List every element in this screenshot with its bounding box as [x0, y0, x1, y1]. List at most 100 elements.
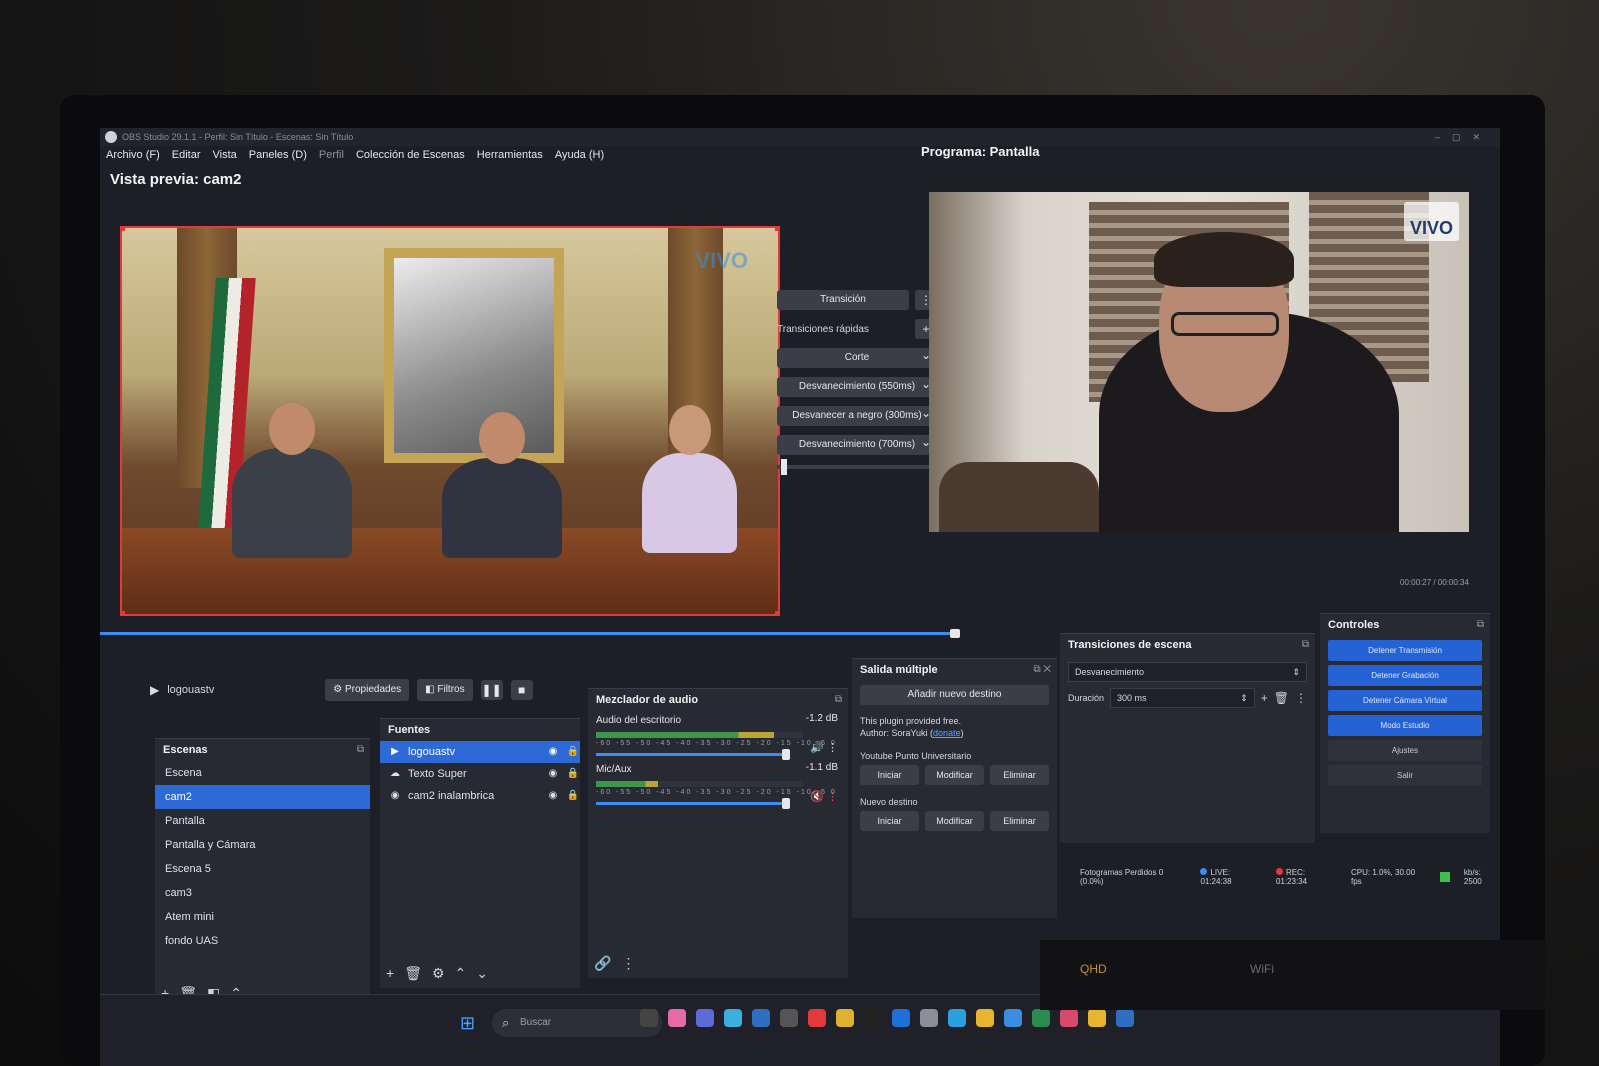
- source-item[interactable]: ◉ cam2 inalambrica ◉ 🔒: [380, 785, 580, 807]
- speaker-icon[interactable]: 🔊 ⋮: [810, 741, 838, 754]
- control-button[interactable]: Detener Transmisión: [1328, 640, 1482, 661]
- taskbar-search[interactable]: Buscar: [492, 1009, 662, 1037]
- add-icon[interactable]: +: [1261, 691, 1268, 705]
- chrome-icon[interactable]: [1088, 1009, 1106, 1027]
- float-icon[interactable]: ⧉: [357, 739, 364, 761]
- scene-item[interactable]: cam3: [155, 881, 370, 905]
- resize-handle[interactable]: [122, 611, 125, 614]
- chrome-icon[interactable]: [976, 1009, 994, 1027]
- menu-item[interactable]: Paneles (D): [249, 146, 307, 164]
- app-icon[interactable]: [1060, 1009, 1078, 1027]
- edit-destination-button[interactable]: Modificar: [925, 811, 984, 831]
- resize-handle[interactable]: [775, 228, 778, 231]
- menu-item[interactable]: Editar: [172, 146, 201, 164]
- windows-start-icon[interactable]: ⊞: [460, 1013, 475, 1034]
- app-icon[interactable]: [724, 1009, 742, 1027]
- preview-video[interactable]: VIVO: [120, 226, 780, 616]
- amazon-icon[interactable]: [864, 1009, 882, 1027]
- speaker-muted-icon[interactable]: 🔇 ⋮: [810, 790, 838, 803]
- app-icon[interactable]: [668, 1009, 686, 1027]
- chevron-up-icon[interactable]: ⌃: [455, 965, 467, 982]
- transition-option-dropdown[interactable]: Corte: [777, 345, 937, 368]
- float-icon[interactable]: ⧉: [1302, 634, 1309, 656]
- volume-slider[interactable]: [596, 798, 791, 809]
- volume-knob[interactable]: [782, 798, 791, 809]
- control-button[interactable]: Ajustes: [1328, 740, 1482, 761]
- delete-destination-button[interactable]: Eliminar: [990, 765, 1049, 785]
- scene-item[interactable]: Escena: [155, 761, 370, 785]
- scene-item[interactable]: cam2: [155, 785, 370, 809]
- filters-button[interactable]: ◧ Filtros: [417, 679, 473, 701]
- properties-button[interactable]: ⚙ Propiedades: [325, 679, 410, 701]
- app-icon[interactable]: [640, 1009, 658, 1027]
- eye-icon[interactable]: ◉: [546, 785, 560, 807]
- transition-option-dropdown[interactable]: Desvanecimiento (550ms): [777, 374, 937, 397]
- gear-icon[interactable]: ⚙: [432, 965, 445, 982]
- app-icon[interactable]: [752, 1009, 770, 1027]
- start-destination-button[interactable]: Iniciar: [860, 811, 919, 831]
- preview-title: Vista previa: cam2: [110, 171, 242, 188]
- app-icon[interactable]: [1116, 1009, 1134, 1027]
- transition-select[interactable]: Desvanecimiento: [1068, 662, 1307, 682]
- t-bar-slider[interactable]: [777, 459, 937, 475]
- menu-item[interactable]: Herramientas: [477, 146, 543, 164]
- transition-option-dropdown[interactable]: Desvanecer a negro (300ms): [777, 403, 937, 426]
- edit-destination-button[interactable]: Modificar: [925, 765, 984, 785]
- menu-item[interactable]: Colección de Escenas: [356, 146, 465, 164]
- lock-icon[interactable]: 🔒: [566, 785, 580, 807]
- source-item[interactable]: ☁ Texto Super ◉ 🔒: [380, 763, 580, 785]
- volume-knob[interactable]: [782, 749, 791, 760]
- scene-item[interactable]: Escena 5: [155, 857, 370, 881]
- window-controls[interactable]: –▢✕: [1435, 128, 1492, 146]
- transition-option-dropdown[interactable]: Desvanecimiento (700ms): [777, 432, 937, 455]
- lock-icon[interactable]: 🔒: [566, 741, 580, 763]
- folder-icon[interactable]: [836, 1009, 854, 1027]
- youtube-icon[interactable]: [808, 1009, 826, 1027]
- lock-icon[interactable]: 🔒: [566, 763, 580, 785]
- trash-icon[interactable]: 🗑: [1274, 691, 1289, 705]
- add-icon[interactable]: +: [386, 965, 394, 982]
- close-icon[interactable]: ⧉ ✕: [1033, 659, 1051, 681]
- resize-handle[interactable]: [122, 228, 125, 231]
- menu-item[interactable]: Ayuda (H): [555, 146, 604, 164]
- menu-item[interactable]: Archivo (F): [106, 146, 160, 164]
- link-icon[interactable]: 🔗: [594, 955, 611, 972]
- app-icon[interactable]: [920, 1009, 938, 1027]
- control-button[interactable]: Detener Grabación: [1328, 665, 1482, 686]
- control-button[interactable]: Salir: [1328, 765, 1482, 786]
- resize-handle[interactable]: [775, 611, 778, 614]
- eye-icon[interactable]: ◉: [546, 763, 560, 785]
- scene-item[interactable]: Pantalla y Cámara: [155, 833, 370, 857]
- app-icon[interactable]: [1004, 1009, 1022, 1027]
- trash-icon[interactable]: 🗑: [404, 965, 422, 982]
- app-icon[interactable]: [696, 1009, 714, 1027]
- control-button[interactable]: Detener Cámara Virtual: [1328, 690, 1482, 711]
- add-destination-button[interactable]: Añadir nuevo destino: [860, 685, 1049, 705]
- menu-item[interactable]: Vista: [213, 146, 237, 164]
- more-icon[interactable]: ⋮: [1295, 691, 1307, 705]
- telegram-icon[interactable]: [948, 1009, 966, 1027]
- float-icon[interactable]: ⧉: [1477, 614, 1484, 636]
- delete-destination-button[interactable]: Eliminar: [990, 811, 1049, 831]
- media-seek-bar[interactable]: [100, 629, 960, 638]
- chevron-down-icon[interactable]: ⌄: [476, 965, 488, 982]
- source-item[interactable]: ▶ logouastv ◉ 🔒: [380, 741, 580, 763]
- obs-app-icon[interactable]: [780, 1009, 798, 1027]
- float-icon[interactable]: ⧉: [835, 689, 842, 711]
- duration-input[interactable]: 300 ms: [1110, 688, 1255, 708]
- app-icon[interactable]: [1032, 1009, 1050, 1027]
- donate-link[interactable]: donate: [933, 728, 961, 738]
- eye-icon[interactable]: ◉: [546, 741, 560, 763]
- volume-slider[interactable]: [596, 749, 791, 760]
- scene-item[interactable]: fondo UAS: [155, 929, 370, 953]
- scene-item[interactable]: Atem mini: [155, 905, 370, 929]
- control-button[interactable]: Modo Estudio: [1328, 715, 1482, 736]
- more-icon[interactable]: ⋮: [621, 955, 635, 972]
- scene-item[interactable]: Pantalla: [155, 809, 370, 833]
- menu-item[interactable]: Perfil: [319, 146, 344, 164]
- stop-icon[interactable]: ■: [510, 680, 533, 700]
- start-destination-button[interactable]: Iniciar: [860, 765, 919, 785]
- transition-button[interactable]: Transición: [777, 290, 909, 310]
- pause-icon[interactable]: ❚❚: [480, 680, 503, 700]
- outlook-icon[interactable]: [892, 1009, 910, 1027]
